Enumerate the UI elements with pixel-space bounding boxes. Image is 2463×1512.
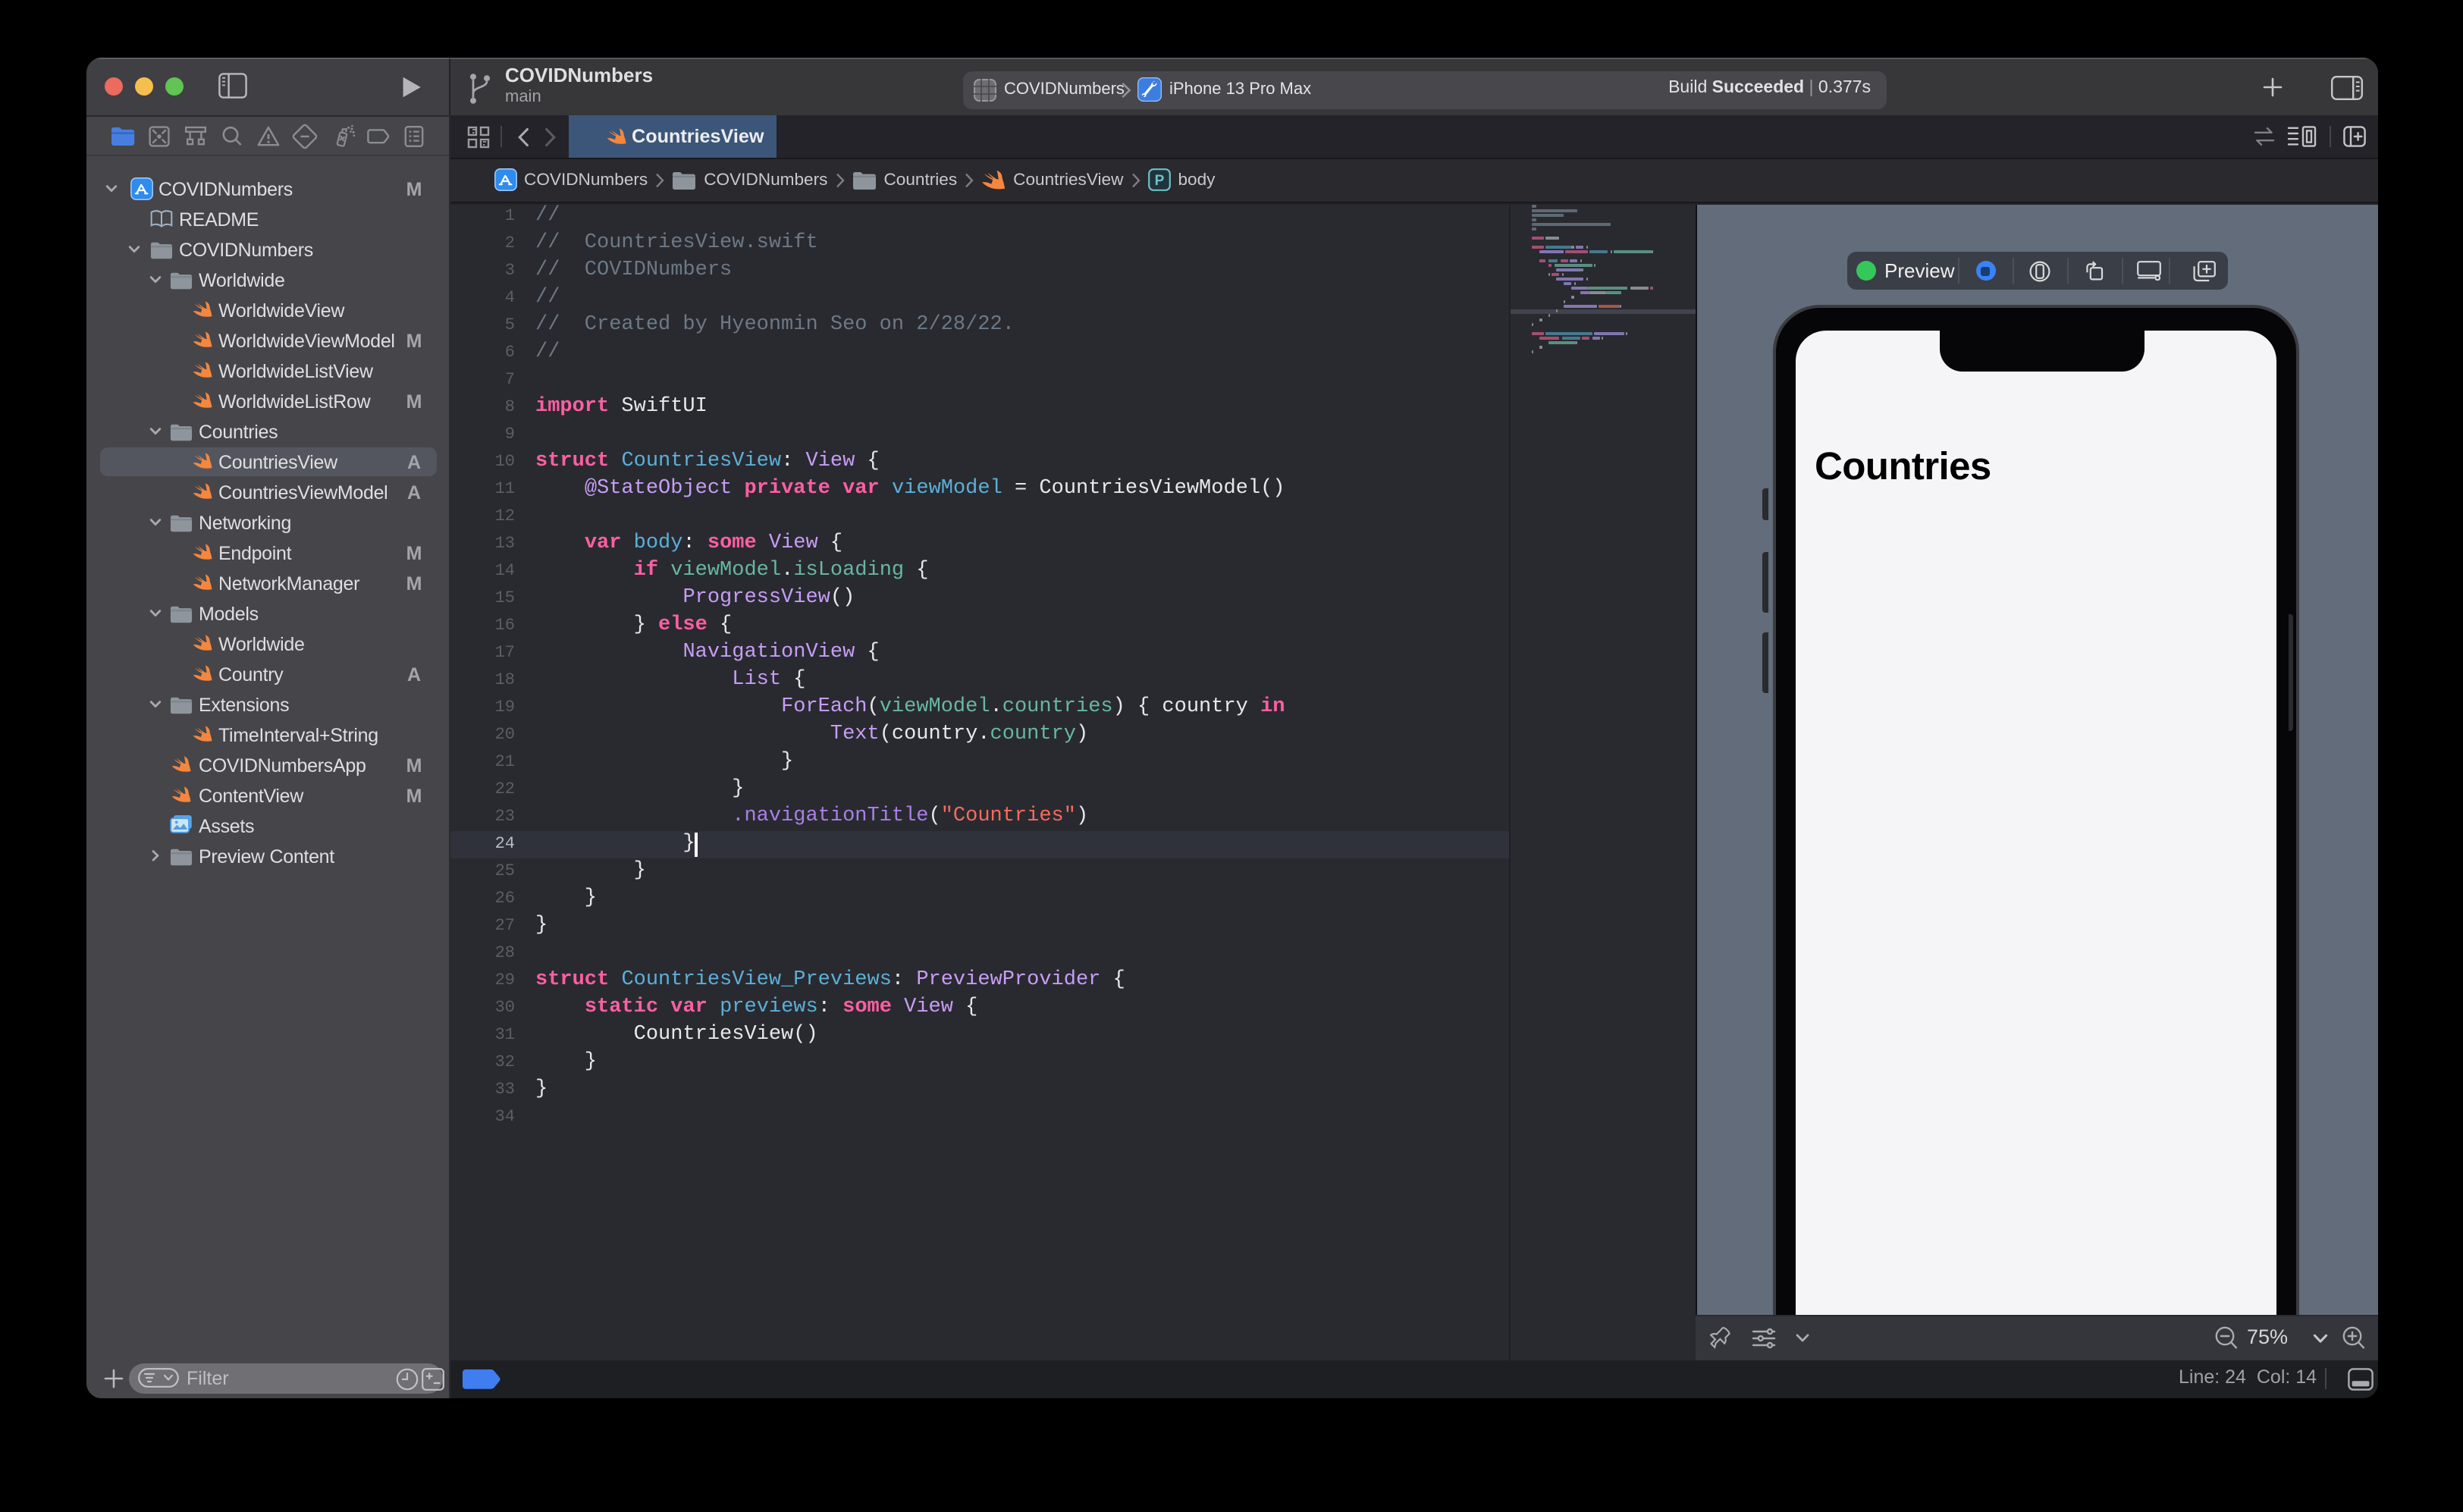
svg-text:P: P: [1154, 173, 1164, 189]
